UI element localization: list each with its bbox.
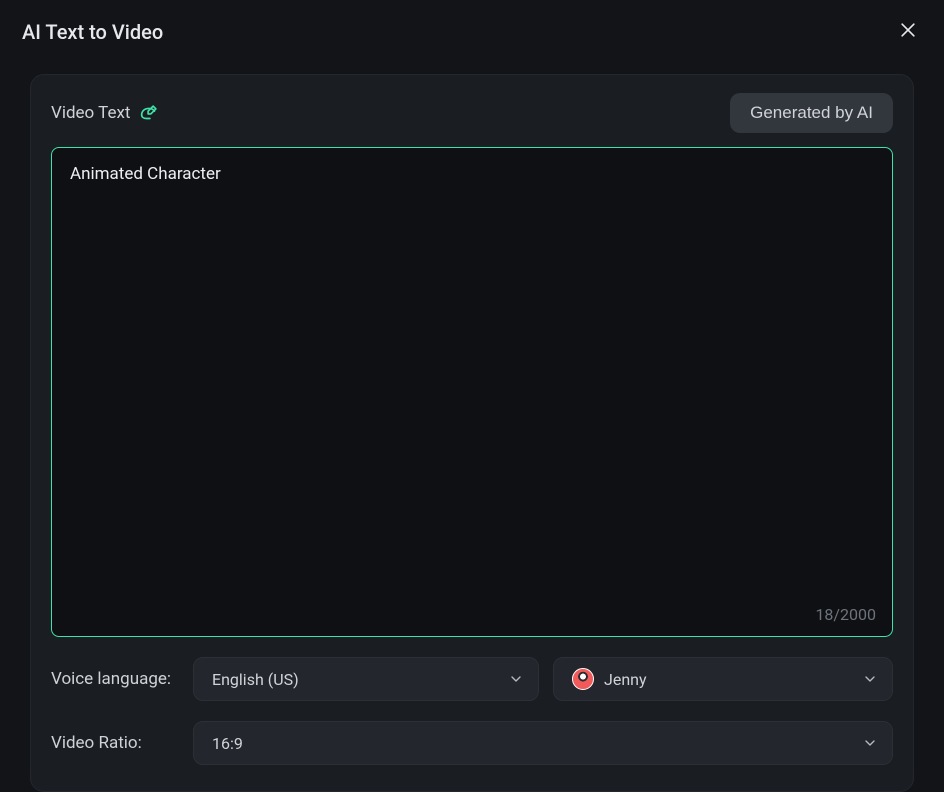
video-text-input[interactable]	[52, 148, 892, 636]
generated-by-ai-button[interactable]: Generated by AI	[730, 93, 893, 133]
edit-icon[interactable]	[138, 102, 160, 124]
close-icon	[898, 20, 918, 44]
voice-name-value: Jenny	[604, 670, 647, 689]
chevron-down-icon	[508, 671, 524, 687]
panel-header-left: Video Text	[51, 102, 160, 124]
voice-language-label: Voice language:	[51, 669, 179, 689]
video-ratio-value: 16:9	[212, 734, 243, 753]
chevron-down-icon	[862, 735, 878, 751]
panel-header: Video Text Generated by AI	[51, 93, 893, 133]
main-panel: Video Text Generated by AI 18/2000 Voice…	[30, 74, 914, 792]
voice-language-select[interactable]: English (US)	[193, 657, 539, 701]
close-button[interactable]	[894, 18, 922, 46]
video-text-label: Video Text	[51, 103, 130, 123]
voice-row: Voice language: English (US) Jenny	[51, 657, 893, 701]
video-ratio-label: Video Ratio:	[51, 733, 179, 753]
video-ratio-select[interactable]: 16:9	[193, 721, 893, 765]
dialog-title: AI Text to Video	[22, 20, 163, 44]
ratio-row: Video Ratio: 16:9	[51, 721, 893, 765]
char-count: 18/2000	[815, 605, 876, 624]
chevron-down-icon	[862, 671, 878, 687]
voice-name-select[interactable]: Jenny	[553, 657, 893, 701]
dialog-header: AI Text to Video	[0, 0, 944, 56]
voice-language-value: English (US)	[212, 670, 299, 689]
voice-avatar-icon	[572, 668, 594, 690]
video-text-input-wrap: 18/2000	[51, 147, 893, 637]
